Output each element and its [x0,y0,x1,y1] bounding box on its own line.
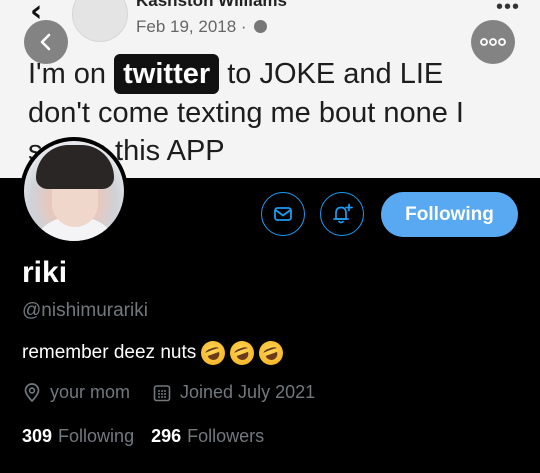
joined-text: Joined July 2021 [180,382,316,402]
banner-text-highlight: twitter [114,54,220,94]
back-button[interactable] [24,20,68,64]
location-pin-icon [24,382,40,402]
profile-avatar[interactable] [20,137,128,245]
more-horizontal-icon [480,38,506,46]
profile-display-name: riki [22,256,68,289]
message-button[interactable] [261,192,305,236]
notifications-button[interactable] [320,192,364,236]
banner-text-line-1: I'm on twitter to JOKE and LIE [28,54,538,94]
banner-avatar [72,0,128,42]
calendar-icon [153,384,171,401]
banner-text-line-2: don't come texting me bout none I [28,97,464,129]
following-stat-link[interactable]: 309 Following [22,426,134,447]
profile-meta: your mom Joined July 2021 [22,382,315,403]
laughing-emoji-icon [226,337,258,369]
avatar-photo [24,141,124,241]
followers-label: Followers [187,426,265,446]
bio-text: remember deez nuts [22,342,197,363]
banner-more-dots-icon: ••• [495,0,520,18]
banner-text-after: to JOKE and LIE [227,58,444,90]
banner-post-date: Feb 19, 2018 · [136,17,268,37]
profile-stats: 309 Following 296 Followers [22,426,264,447]
laughing-emoji-icon [197,337,229,369]
followers-stat-link[interactable]: 296 Followers [151,426,264,447]
following-label: Following [58,426,135,446]
profile-handle: @nishimurariki [22,300,148,321]
following-count: 309 [22,426,53,446]
laughing-emoji-icon [255,337,287,369]
bell-plus-icon [333,203,353,224]
mail-icon [274,207,292,221]
chevron-left-icon [40,33,51,51]
profile-location: your mom [22,382,130,403]
profile-bio: remember deez nuts [22,337,287,369]
banner-author-name: Kashston Williams [136,0,287,10]
following-button[interactable]: Following [381,192,518,237]
banner-date-text: Feb 19, 2018 · [136,17,247,36]
location-text: your mom [50,382,131,402]
globe-icon [254,20,268,33]
followers-count: 296 [151,426,182,446]
profile-joined-date: Joined July 2021 [152,382,315,403]
more-options-button[interactable] [471,20,515,64]
